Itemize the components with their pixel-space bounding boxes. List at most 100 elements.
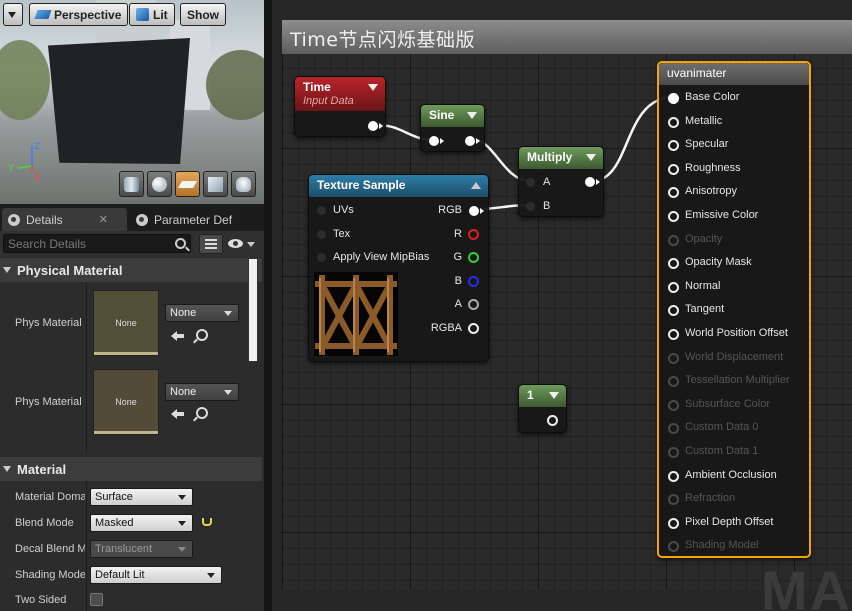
multiply-node[interactable]: Multiply A B <box>518 146 604 217</box>
result-input-pin[interactable] <box>668 329 679 340</box>
result-input-pin[interactable] <box>668 163 679 175</box>
result-input-label: Metallic <box>685 114 723 127</box>
view-options-button[interactable] <box>228 236 258 252</box>
combo-value: Default Lit <box>95 569 145 581</box>
texture-r-pin[interactable] <box>468 229 479 240</box>
property-matrix-button[interactable] <box>199 234 223 254</box>
material-preview-viewport[interactable]: Perspective Lit Show Z Y X <box>0 0 264 204</box>
material-graph[interactable]: Time节点闪烁基础版 MA Time Input Data Sine Mult… <box>272 0 852 611</box>
constant-output-pin[interactable] <box>547 415 558 426</box>
multiply-output-pin[interactable] <box>585 177 600 187</box>
preview-plane-button[interactable] <box>175 171 200 197</box>
phys-material-combo[interactable]: None <box>165 304 239 322</box>
multiply-input-b-pin[interactable] <box>526 202 535 211</box>
phys-material-thumbnail[interactable]: None <box>93 290 159 356</box>
result-input-pin[interactable] <box>668 211 679 222</box>
texture-sample-node[interactable]: Texture Sample UVs Tex Apply View MipBia… <box>308 174 489 362</box>
result-input-pin[interactable] <box>668 93 679 104</box>
combo-value: Masked <box>95 517 134 529</box>
chevron-down-icon <box>178 521 186 526</box>
combo-value: Surface <box>95 491 133 503</box>
use-selected-arrow-icon[interactable] <box>171 408 185 420</box>
chevron-down-icon <box>207 573 215 578</box>
result-input-pin <box>668 376 679 388</box>
eye-icon <box>228 239 243 248</box>
material-domain-combo[interactable]: Surface <box>90 488 193 506</box>
preview-cylinder-button[interactable] <box>119 171 144 197</box>
texture-b-label: B <box>454 275 462 287</box>
shading-model-combo[interactable]: Default Lit <box>90 566 222 584</box>
texture-mipbias-pin[interactable] <box>317 253 326 262</box>
lit-label: Lit <box>153 7 168 22</box>
category-material[interactable]: Material <box>0 457 262 481</box>
show-button[interactable]: Show <box>180 3 226 26</box>
result-input-label: Opacity <box>685 232 723 245</box>
use-selected-arrow-icon[interactable] <box>171 330 185 342</box>
browse-icon[interactable] <box>196 329 208 341</box>
constant-node-title: 1 <box>527 388 534 402</box>
reset-to-default-icon[interactable] <box>202 518 212 526</box>
result-input-pin[interactable] <box>668 470 679 482</box>
texture-tex-pin[interactable] <box>317 230 326 239</box>
result-input-label: World Position Offset <box>685 327 788 339</box>
texture-rgba-pin[interactable] <box>468 323 479 334</box>
multiply-input-a-pin[interactable] <box>526 178 535 187</box>
sine-node[interactable]: Sine <box>420 104 485 152</box>
result-input-pin <box>668 423 679 435</box>
tab-parameter-label: Parameter Def <box>154 212 233 227</box>
result-input-pin[interactable] <box>668 116 679 128</box>
texture-b-pin[interactable] <box>468 276 479 287</box>
texture-g-pin[interactable] <box>468 252 479 263</box>
result-input-pin[interactable] <box>668 140 679 152</box>
result-input-pin[interactable] <box>668 305 679 317</box>
two-sided-checkbox[interactable] <box>90 593 103 606</box>
texture-uvs-pin[interactable] <box>317 206 326 215</box>
background-tree <box>206 50 264 120</box>
tab-details[interactable]: Details ✕ <box>2 208 127 231</box>
constant-node[interactable]: 1 <box>518 384 567 433</box>
time-output-pin[interactable] <box>368 121 383 131</box>
details-scrollbar[interactable] <box>248 258 258 362</box>
tab-parameter-defaults[interactable]: Parameter Def <box>130 208 260 231</box>
blend-mode-combo[interactable]: Masked <box>90 514 193 532</box>
texture-sample-title: Texture Sample <box>317 178 406 192</box>
result-input-pin[interactable] <box>668 281 679 293</box>
result-input-label: Ambient Occlusion <box>685 468 777 481</box>
category-physical-material[interactable]: Physical Material <box>0 258 262 282</box>
chevron-down-icon[interactable] <box>549 392 559 399</box>
sine-output-pin[interactable] <box>465 136 480 146</box>
viewport-options-button[interactable] <box>3 3 23 26</box>
texture-rgb-pin[interactable] <box>469 206 484 216</box>
multiply-node-header: Multiply <box>519 147 603 169</box>
preview-cube-button[interactable] <box>203 171 228 197</box>
preview-sphere-button[interactable] <box>147 171 172 197</box>
show-label: Show <box>187 7 219 22</box>
phys-material-combo[interactable]: None <box>165 383 239 401</box>
preview-custom-mesh-button[interactable] <box>231 171 256 197</box>
time-node[interactable]: Time Input Data <box>294 76 386 137</box>
material-result-node[interactable]: uvanimater Base Color Metallic Specular Rou… <box>657 61 811 558</box>
lit-button[interactable]: Lit <box>129 3 175 26</box>
collapse-arrow-icon[interactable] <box>471 182 481 189</box>
result-input-pin[interactable] <box>668 187 679 199</box>
phys-material-thumbnail[interactable]: None <box>93 369 159 435</box>
texture-g-label: G <box>453 251 462 263</box>
result-input-pin <box>668 352 679 364</box>
texture-rgba-label: RGBA <box>430 322 462 334</box>
texture-a-pin[interactable] <box>468 299 479 310</box>
panel-splitter[interactable] <box>264 0 272 611</box>
chevron-down-icon <box>178 547 186 552</box>
search-details-input[interactable]: Search Details <box>3 234 191 253</box>
chevron-down-icon[interactable] <box>586 154 596 161</box>
close-icon[interactable]: ✕ <box>99 213 108 226</box>
shading-model-label: Shading Mode <box>15 569 85 581</box>
chevron-down-icon[interactable] <box>467 112 477 119</box>
result-input-pin[interactable] <box>668 517 679 529</box>
result-input-pin[interactable] <box>668 258 679 270</box>
chevron-down-icon[interactable] <box>368 84 378 91</box>
axis-y-label: Y <box>7 164 14 174</box>
sine-input-pin[interactable] <box>429 136 444 146</box>
result-input-label: Pixel Depth Offset <box>685 515 774 528</box>
browse-icon[interactable] <box>196 407 208 419</box>
perspective-button[interactable]: Perspective <box>29 3 129 26</box>
